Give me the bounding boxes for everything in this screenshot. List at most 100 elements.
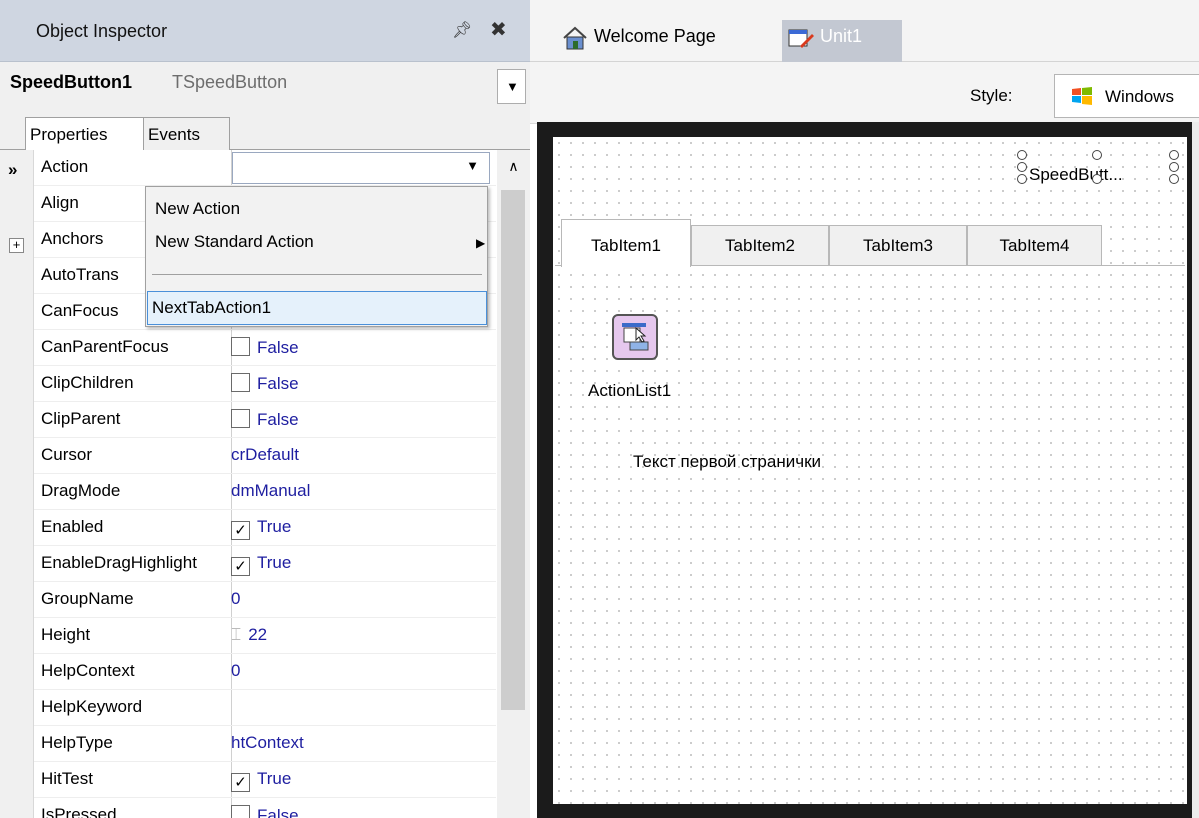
- action-list-label: ActionList1: [588, 381, 672, 400]
- component-dropdown-button[interactable]: ▼: [497, 69, 526, 104]
- chevron-down-icon: ▼: [506, 79, 519, 94]
- property-value[interactable]: crDefault: [231, 445, 299, 465]
- checkbox[interactable]: [231, 805, 250, 818]
- component-selector[interactable]: SpeedButton1 TSpeedButton ▼: [0, 63, 530, 107]
- property-value-text: True: [257, 517, 292, 536]
- property-row[interactable]: DragMode dmManual: [34, 474, 496, 510]
- property-name: Enabled: [41, 517, 104, 536]
- property-row[interactable]: ClipChildren False: [34, 366, 496, 402]
- inspector-tabs: Properties Events: [0, 110, 530, 151]
- property-value-text: False: [257, 806, 299, 818]
- checkbox[interactable]: ✓: [231, 773, 250, 792]
- property-value[interactable]: ⌶ 22: [231, 625, 267, 645]
- action-value-combobox[interactable]: ▼: [232, 152, 490, 184]
- checkbox[interactable]: ✓: [231, 521, 250, 540]
- property-row[interactable]: HelpKeyword: [34, 690, 496, 726]
- property-value[interactable]: ✓ True: [231, 517, 291, 540]
- windows-logo-icon: [1072, 87, 1092, 105]
- style-label: Style:: [970, 86, 1013, 105]
- action-list-icon[interactable]: [612, 314, 658, 360]
- property-name: HelpKeyword: [41, 697, 143, 716]
- property-value[interactable]: htContext: [231, 733, 304, 753]
- property-value[interactable]: ✓ True: [231, 769, 291, 792]
- tab-unit1-label: Unit1: [820, 26, 863, 46]
- spin-icon[interactable]: ⌶: [231, 625, 241, 644]
- scrollbar-thumb[interactable]: [501, 190, 525, 710]
- tab-control: TabItem1 TabItem2 TabItem3 TabItem4: [555, 217, 1185, 269]
- menu-item-next-tab-action[interactable]: NextTabAction1: [147, 291, 487, 325]
- selected-row-marker: »: [8, 160, 18, 179]
- form-edge: [1192, 122, 1199, 818]
- menu-item-new-action[interactable]: New Action: [155, 199, 240, 219]
- property-value-text: 22: [248, 625, 268, 644]
- property-name: Cursor: [41, 445, 93, 464]
- property-row[interactable]: HitTest ✓ True: [34, 762, 496, 798]
- property-name: Height: [41, 625, 91, 644]
- form-edit-icon: [788, 29, 814, 48]
- property-name: CanParentFocus: [41, 337, 169, 356]
- resize-grip-icon[interactable]: [1169, 162, 1179, 172]
- property-value[interactable]: False: [231, 409, 299, 430]
- tab-item-4[interactable]: TabItem4: [967, 225, 1102, 265]
- tab-item-3[interactable]: TabItem3: [829, 225, 967, 265]
- tab-unit1[interactable]: Unit1: [782, 20, 902, 62]
- resize-grip-icon[interactable]: [1017, 150, 1027, 160]
- menu-item-new-standard-action[interactable]: New Standard Action: [155, 232, 314, 252]
- property-name: HelpContext: [41, 661, 135, 680]
- tab-properties[interactable]: Properties: [25, 117, 144, 151]
- editor-tab-bar: Welcome Page Unit1: [530, 0, 1199, 62]
- resize-grip-icon[interactable]: [1092, 150, 1102, 160]
- resize-grip-icon[interactable]: [1017, 174, 1027, 184]
- property-row[interactable]: GroupName 0: [34, 582, 496, 618]
- property-value-text: crDefault: [231, 445, 300, 464]
- property-value-text: False: [257, 338, 299, 357]
- property-row[interactable]: Height ⌶ 22: [34, 618, 496, 654]
- property-scrollbar[interactable]: ∧: [497, 150, 530, 818]
- chevron-down-icon: ▼: [466, 158, 479, 173]
- property-value[interactable]: False: [231, 805, 299, 818]
- resize-grip-icon[interactable]: [1169, 174, 1179, 184]
- property-value[interactable]: 0: [231, 589, 240, 609]
- resize-grip-icon[interactable]: [1169, 150, 1179, 160]
- checkbox[interactable]: [231, 409, 250, 428]
- property-row[interactable]: CanParentFocus False: [34, 330, 496, 366]
- property-value[interactable]: False: [231, 337, 299, 358]
- scroll-up-arrow-icon[interactable]: ∧: [497, 150, 530, 186]
- speed-button[interactable]: SpeedButt...: [1017, 150, 1183, 202]
- resize-grip-icon[interactable]: [1017, 162, 1027, 172]
- property-row[interactable]: EnableDragHighlight ✓ True: [34, 546, 496, 582]
- expand-anchors-icon[interactable]: +: [9, 238, 24, 253]
- property-row[interactable]: HelpContext 0: [34, 654, 496, 690]
- property-name: ClipChildren: [41, 373, 134, 392]
- tab-welcome-page[interactable]: Welcome Page: [556, 20, 782, 62]
- resize-grip-icon[interactable]: [1092, 174, 1102, 184]
- checkbox[interactable]: ✓: [231, 557, 250, 576]
- tab-item-2[interactable]: TabItem2: [691, 225, 829, 265]
- tab-item-1[interactable]: TabItem1: [561, 219, 691, 267]
- property-row[interactable]: ClipParent False: [34, 402, 496, 438]
- property-value[interactable]: ✓ True: [231, 553, 291, 576]
- property-value[interactable]: dmManual: [231, 481, 310, 501]
- object-inspector-titlebar: Object Inspector 📌︎ ✖: [0, 0, 530, 62]
- property-value[interactable]: 0: [231, 661, 240, 681]
- pin-icon[interactable]: 📌︎: [452, 20, 472, 40]
- property-value[interactable]: False: [231, 373, 299, 394]
- property-name: DragMode: [41, 481, 121, 500]
- property-row[interactable]: HelpType htContext: [34, 726, 496, 762]
- close-icon[interactable]: ✖: [490, 17, 507, 42]
- property-name: HitTest: [41, 769, 93, 788]
- property-row[interactable]: Cursor crDefault: [34, 438, 496, 474]
- property-name: Action: [41, 157, 89, 176]
- checkbox[interactable]: [231, 337, 250, 356]
- page-text-label: Текст первой странички: [633, 452, 822, 471]
- object-inspector-panel: Object Inspector 📌︎ ✖ SpeedButton1 TSpee…: [0, 0, 530, 818]
- tab-events[interactable]: Events: [144, 117, 230, 150]
- property-row[interactable]: IsPressed False: [34, 798, 496, 818]
- style-selector[interactable]: Windows: [1054, 74, 1199, 118]
- property-name: EnableDragHighlight: [41, 553, 197, 572]
- action-dropdown-menu: New Action New Standard Action ▶ NextTab…: [145, 186, 488, 327]
- property-row[interactable]: Enabled ✓ True: [34, 510, 496, 546]
- checkbox[interactable]: [231, 373, 250, 392]
- menu-separator: [152, 274, 482, 275]
- property-value-text: 0: [231, 589, 241, 608]
